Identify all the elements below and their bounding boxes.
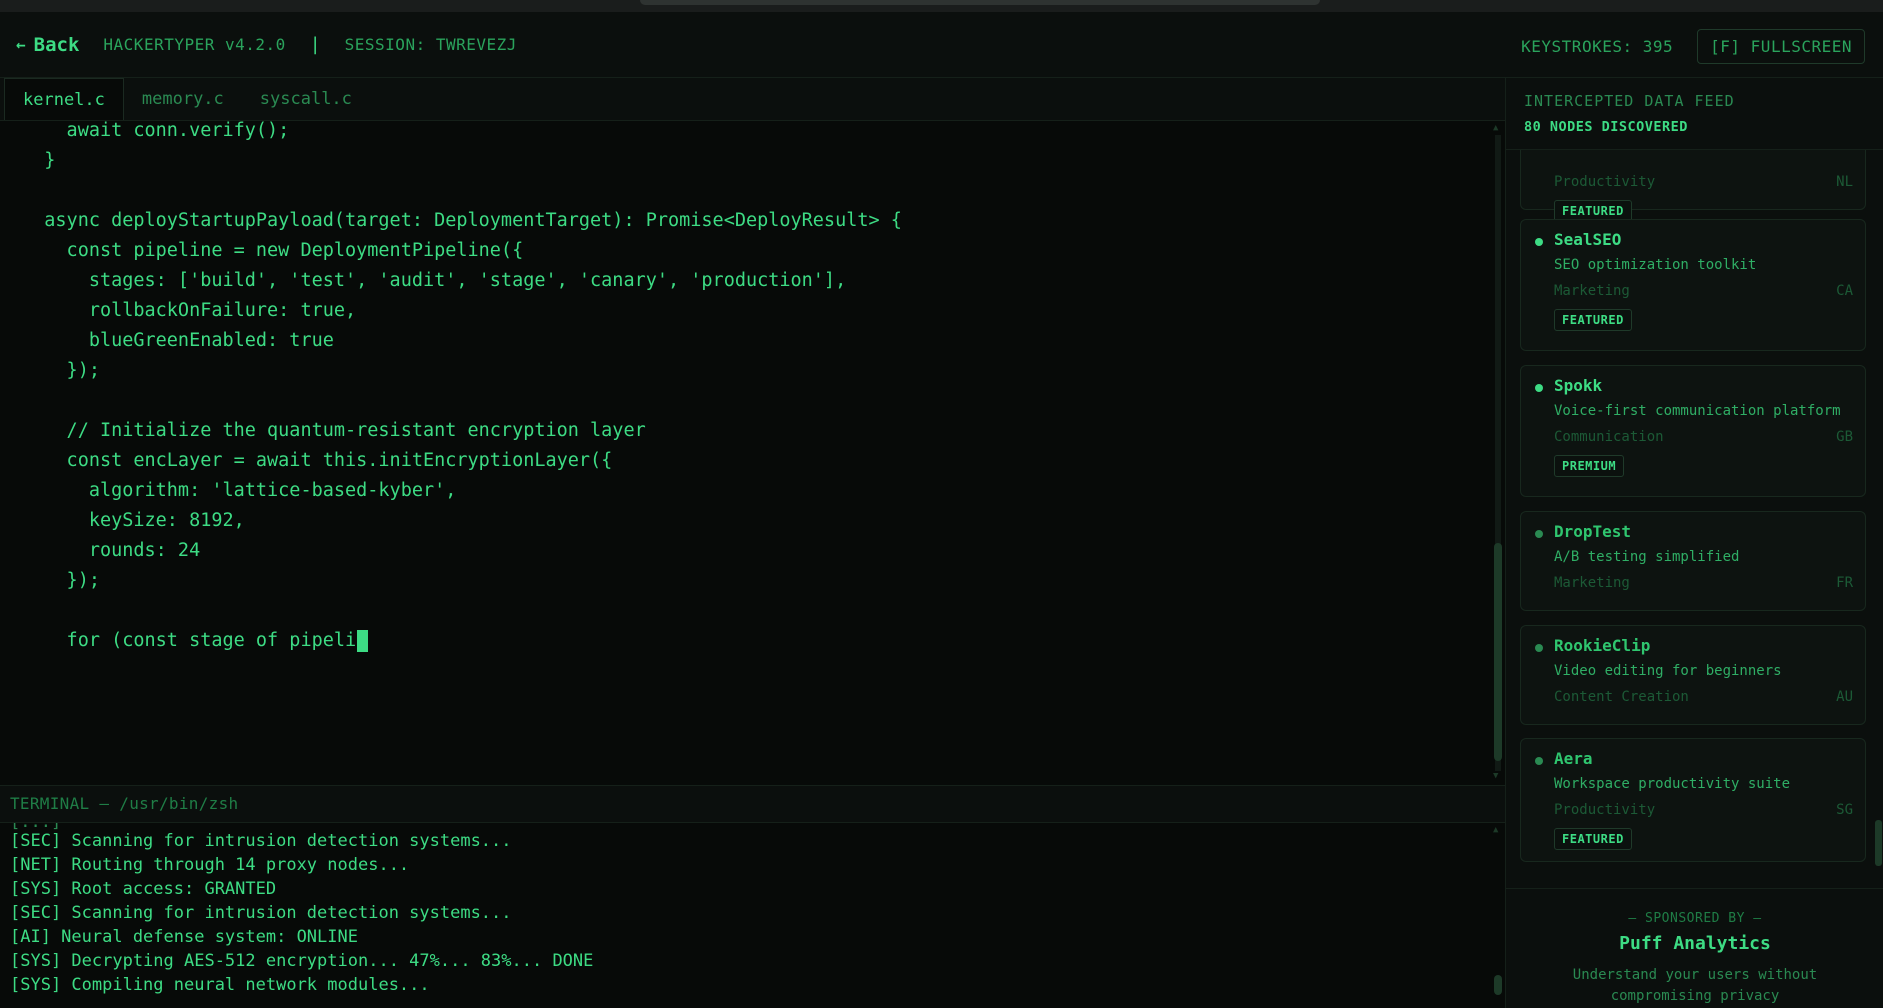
terminal-title: TERMINAL — /usr/bin/zsh — [0, 785, 1505, 823]
feed-scrollbar[interactable] — [1873, 150, 1883, 888]
feed-card[interactable]: Aera Workspace productivity suite Produc… — [1520, 738, 1866, 862]
feed-card[interactable]: Productivity NL FEATURED — [1520, 150, 1866, 222]
terminal-line: [SEC] Scanning for intrusion detection s… — [10, 831, 512, 851]
scroll-thumb[interactable] — [1875, 820, 1882, 866]
code-line: }); — [22, 360, 100, 381]
data-feed-panel: INTERCEPTED DATA FEED 80 NODES DISCOVERE… — [1505, 78, 1883, 1008]
card-category: Productivity — [1554, 802, 1656, 818]
back-label: Back — [33, 33, 80, 56]
scroll-up-icon[interactable]: ▲ — [1493, 825, 1498, 835]
code-line: await conn.verify(); — [22, 121, 290, 141]
feed-list: Productivity NL FEATURED SealSEO SEO opt… — [1506, 150, 1883, 888]
feed-card[interactable]: DropTest A/B testing simplified Marketin… — [1520, 511, 1866, 611]
terminal-scrollbar[interactable]: ▲ — [1491, 823, 1505, 1008]
card-name: Aera — [1554, 749, 1593, 768]
card-category: Content Creation — [1554, 689, 1689, 705]
text-cursor — [357, 630, 369, 652]
terminal-line: [SEC] Scanning for intrusion detection s… — [10, 903, 512, 923]
card-name: RookieClip — [1554, 636, 1651, 655]
card-description: SEO optimization toolkit — [1554, 257, 1757, 273]
sponsor-block[interactable]: — SPONSORED BY — Puff Analytics Understa… — [1506, 888, 1883, 1008]
scroll-up-icon[interactable]: ▲ — [1493, 123, 1498, 133]
card-badge: PREMIUM — [1554, 455, 1625, 477]
tab-kernel-c[interactable]: kernel.c — [4, 78, 124, 120]
card-name: Spokk — [1554, 376, 1603, 395]
keystroke-counter: KEYSTROKES: 395 — [1521, 37, 1674, 56]
code-editor[interactable]: await conn.verify(); } async deployStart… — [0, 121, 1505, 785]
card-country: FR — [1836, 575, 1853, 591]
tab-syscall-c[interactable]: syscall.c — [242, 78, 370, 120]
card-description: A/B testing simplified — [1554, 549, 1740, 565]
status-dot-icon — [1535, 644, 1543, 652]
card-country: CA — [1836, 283, 1853, 299]
code-line: } — [22, 150, 56, 171]
scroll-down-icon[interactable]: ▼ — [1493, 771, 1498, 781]
feed-header: INTERCEPTED DATA FEED 80 NODES DISCOVERE… — [1506, 78, 1883, 150]
terminal-line: [SYS] Root access: GRANTED — [10, 879, 277, 899]
feed-card[interactable]: SealSEO SEO optimization toolkit Marketi… — [1520, 219, 1866, 351]
arrow-left-icon: ← — [16, 35, 26, 54]
node-count: 80 NODES DISCOVERED — [1524, 119, 1688, 135]
card-name: DropTest — [1554, 522, 1632, 541]
header-separator: | — [309, 34, 321, 55]
feed-card[interactable]: RookieClip Video editing for beginners C… — [1520, 625, 1866, 725]
status-dot-icon — [1535, 530, 1543, 538]
code-line-text: for (const stage of pipeli — [22, 630, 357, 651]
card-country: NL — [1836, 174, 1853, 190]
terminal-line: [SYS] Decrypting AES-512 encryption... 4… — [10, 951, 594, 971]
card-category: Productivity — [1554, 174, 1656, 190]
back-button[interactable]: ← Back — [16, 34, 79, 56]
file-tabs: kernel.c memory.c syscall.c — [0, 78, 1505, 121]
fullscreen-button[interactable]: [F] FULLSCREEN — [1697, 29, 1865, 64]
card-description: Voice-first communication platform — [1554, 403, 1841, 419]
card-badge: FEATURED — [1554, 828, 1632, 850]
card-name: SealSEO — [1554, 230, 1622, 249]
scroll-thumb[interactable] — [1494, 975, 1502, 995]
scroll-thumb[interactable] — [1494, 543, 1502, 761]
code-line-current: for (const stage of pipeli — [22, 623, 369, 659]
card-country: AU — [1836, 689, 1853, 705]
card-category: Marketing — [1554, 575, 1630, 591]
terminal-output: [...] [SEC] Scanning for intrusion detec… — [0, 823, 1505, 1008]
terminal-line: [AI] Neural defense system: ONLINE — [10, 927, 358, 947]
card-badge: FEATURED — [1554, 309, 1632, 331]
status-dot-icon — [1535, 757, 1543, 765]
card-country: GB — [1836, 429, 1853, 445]
card-description: Video editing for beginners — [1554, 663, 1782, 679]
editor-scrollbar[interactable]: ▲ ▼ — [1491, 121, 1505, 785]
status-dot-icon — [1535, 384, 1543, 392]
code-line: }); — [22, 570, 100, 591]
sponsor-name[interactable]: Puff Analytics — [1506, 933, 1883, 954]
app-name: HACKERTYPER v4.2.0 — [103, 35, 286, 54]
sponsor-label: — SPONSORED BY — — [1628, 911, 1762, 926]
sponsor-tagline: Understand your users without compromisi… — [1572, 967, 1818, 1004]
top-bar: ← Back HACKERTYPER v4.2.0 | SESSION: TWR… — [0, 12, 1883, 78]
feed-title: INTERCEPTED DATA FEED — [1524, 92, 1735, 110]
card-category: Marketing — [1554, 283, 1630, 299]
browser-scroll-indicator — [640, 0, 1320, 5]
terminal-line: [NET] Routing through 14 proxy nodes... — [10, 855, 410, 875]
session-id: SESSION: TWREVEZJ — [344, 35, 517, 54]
status-dot-icon — [1535, 238, 1543, 246]
card-country: SG — [1836, 802, 1853, 818]
terminal-line: [SYS] Compiling neural network modules..… — [10, 975, 430, 995]
browser-chrome-strip — [0, 0, 1883, 12]
feed-card[interactable]: Spokk Voice-first communication platform… — [1520, 365, 1866, 497]
tab-memory-c[interactable]: memory.c — [124, 78, 242, 120]
card-category: Communication — [1554, 429, 1664, 445]
card-description: Workspace productivity suite — [1554, 776, 1791, 792]
